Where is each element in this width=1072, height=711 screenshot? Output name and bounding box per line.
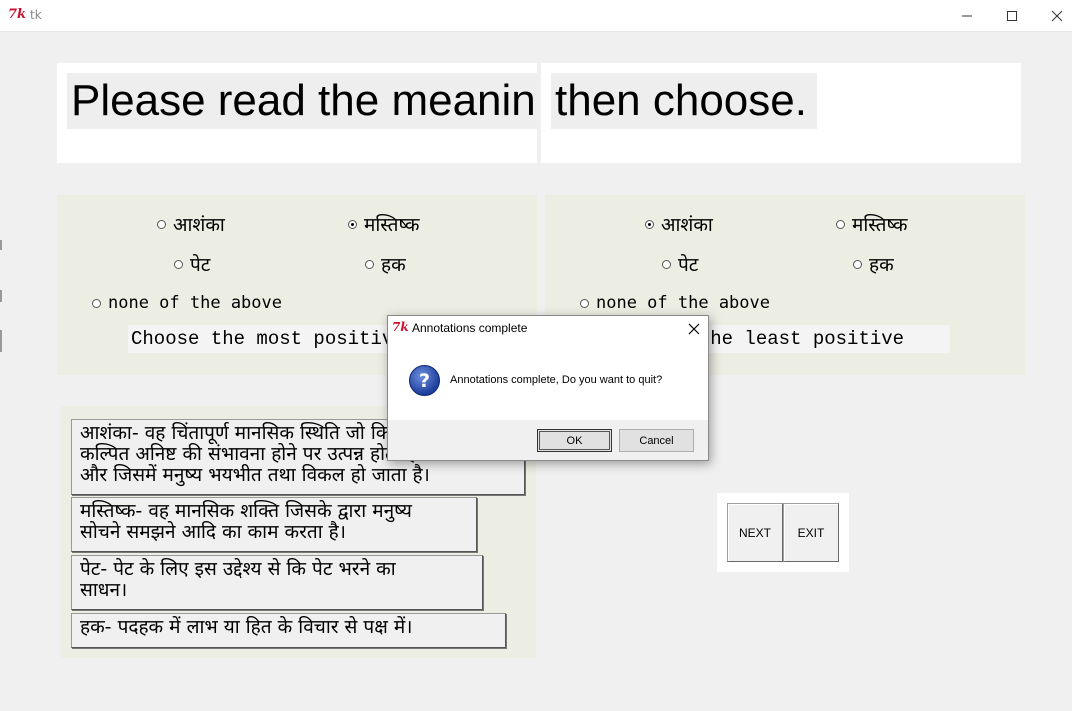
most-positive-option-hak[interactable]: हक — [365, 251, 406, 277]
minimize-icon — [962, 15, 972, 16]
radio-icon — [580, 298, 589, 308]
least-positive-option-mastishk[interactable]: मस्तिष्क — [836, 211, 907, 237]
option-label: हक — [381, 254, 406, 276]
meaning-line: सोचने समझने आदि का काम करता है। — [80, 521, 346, 543]
dialog-message: Annotations complete, Do you want to qui… — [450, 374, 663, 386]
window-edge — [0, 330, 2, 352]
radio-icon — [836, 219, 845, 229]
meaning-line: मस्तिष्क- वह मानसिक शक्ति जिसके द्वारा म… — [80, 500, 412, 522]
most-positive-option-pet[interactable]: पेट — [174, 251, 210, 277]
dialog-close-button[interactable] — [682, 318, 706, 340]
option-label: मस्तिष्क — [364, 214, 420, 236]
option-label: none of the above — [596, 293, 770, 313]
maximize-icon — [1007, 10, 1017, 21]
meaning-line: साधन। — [80, 579, 128, 601]
window-edge — [0, 290, 2, 302]
quit-confirm-dialog: 7k Annotations complete ? Annotations co… — [387, 315, 709, 461]
radio-icon — [157, 219, 166, 229]
least-positive-option-ashanka[interactable]: आशंका — [645, 211, 713, 237]
meaning-line: और जिसमें मनुष्य भयभीत तथा विकल हो जाता … — [80, 464, 430, 486]
close-button[interactable] — [1034, 0, 1072, 31]
meaning-hak: हक- पदहक में लाभ या हित के विचार से पक्ष… — [71, 613, 506, 648]
radio-selected-icon — [645, 219, 654, 229]
most-positive-option-ashanka[interactable]: आशंका — [157, 211, 225, 237]
option-label: none of the above — [108, 293, 282, 313]
option-label: आशंका — [661, 214, 713, 236]
tk-logo-icon: 7k — [392, 320, 409, 334]
option-label: पेट — [190, 254, 211, 276]
close-icon — [1051, 10, 1063, 21]
most-positive-option-none[interactable]: none of the above — [92, 293, 282, 313]
meaning-mastishk: मस्तिष्क- वह मानसिक शक्ति जिसके द्वारा म… — [71, 497, 477, 552]
meaning-line: हक- पदहक में लाभ या हित के विचार से पक्ष… — [80, 616, 413, 638]
close-icon — [688, 323, 700, 335]
window-titlebar: 7k tk — [0, 0, 1072, 32]
cancel-button[interactable]: Cancel — [619, 429, 694, 452]
radio-icon — [853, 259, 862, 269]
window-title: tk — [30, 8, 42, 22]
tk-logo-icon: 7k — [8, 7, 27, 22]
meaning-pet: पेट- पेट के लिए इस उद्देश्य से कि पेट भर… — [71, 555, 483, 610]
next-button[interactable]: NEXT — [727, 503, 783, 562]
least-positive-option-hak[interactable]: हक — [853, 251, 894, 277]
radio-selected-icon — [348, 219, 357, 229]
banner-right-text: then choose. — [551, 73, 817, 129]
window-edge — [0, 240, 2, 250]
option-label: मस्तिष्क — [852, 214, 908, 236]
exit-button[interactable]: EXIT — [783, 503, 839, 562]
most-positive-option-mastishk[interactable]: मस्तिष्क — [348, 211, 419, 237]
minimize-button[interactable] — [944, 0, 990, 31]
radio-icon — [92, 298, 101, 308]
option-label: पेट — [678, 254, 699, 276]
dialog-title: Annotations complete — [412, 321, 528, 335]
maximize-button[interactable] — [989, 0, 1035, 31]
option-label: आशंका — [173, 214, 225, 236]
ok-button[interactable]: OK — [537, 429, 612, 452]
radio-icon — [174, 259, 183, 269]
option-label: हक — [869, 254, 894, 276]
meaning-line: पेट- पेट के लिए इस उद्देश्य से कि पेट भर… — [80, 558, 396, 580]
least-positive-option-pet[interactable]: पेट — [662, 251, 698, 277]
least-positive-option-none[interactable]: none of the above — [580, 293, 770, 313]
radio-icon — [365, 259, 374, 269]
question-icon: ? — [409, 365, 440, 396]
radio-icon — [662, 259, 671, 269]
banner-left-text: Please read the meaning — [67, 73, 537, 129]
